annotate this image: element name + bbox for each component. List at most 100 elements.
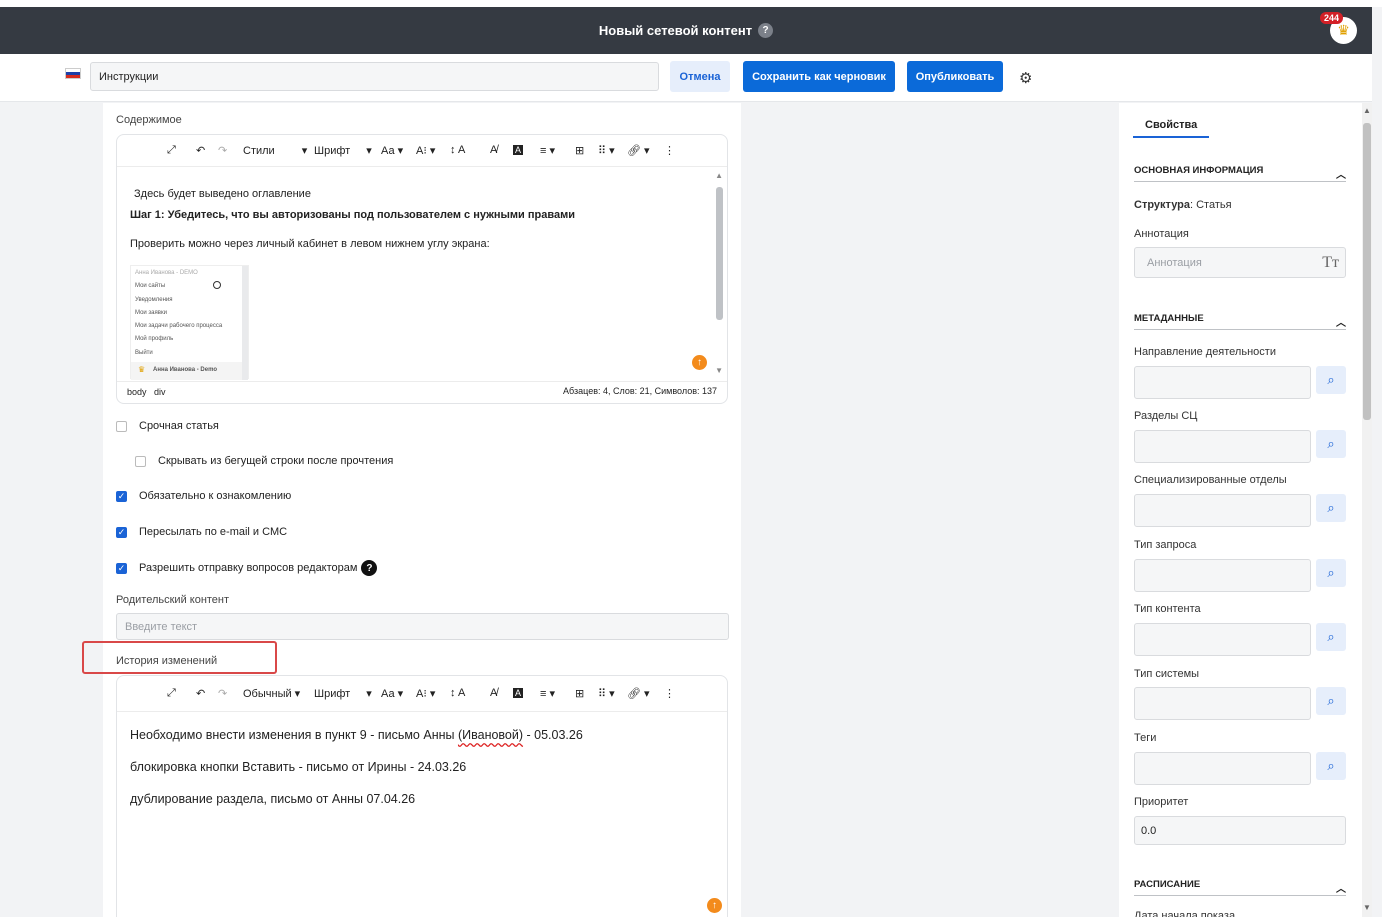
line-height-icon[interactable]: ↕ A <box>450 687 465 699</box>
scroll-down-icon[interactable]: ▼ <box>715 366 723 375</box>
forward-label: Пересылать по e-mail и СМС <box>139 526 288 538</box>
mandatory-checkbox-row[interactable]: ✓ Обязательно к ознакомлению <box>116 490 291 502</box>
link-icon[interactable]: 🔗︎ ▾ <box>627 687 650 700</box>
blocks-icon[interactable]: ⠿ ▾ <box>598 144 615 157</box>
align-icon[interactable]: ≡ ▾ <box>540 687 555 700</box>
lookup-search-icon[interactable]: ⌕ <box>1316 366 1346 394</box>
line-height-icon[interactable]: ↕ A <box>450 144 465 156</box>
tab-properties[interactable]: Свойства <box>1133 117 1210 138</box>
font-label: Шрифт <box>314 145 351 157</box>
text-format-icon[interactable]: Tт <box>1322 254 1339 272</box>
lookup-search-icon[interactable]: ⌕ <box>1316 752 1346 780</box>
scroll-top-icon[interactable]: ↑ <box>692 355 707 370</box>
content-scrollbar[interactable] <box>716 187 723 320</box>
text-case-icon[interactable]: A⁝ ▾ <box>416 144 435 157</box>
annotation-input[interactable]: Аннотация Tт <box>1134 247 1346 278</box>
field-input[interactable] <box>1134 687 1311 720</box>
highlight-color-icon[interactable]: A <box>513 688 524 698</box>
allow-checkbox[interactable]: ✓ <box>116 562 127 574</box>
russian-flag-icon[interactable] <box>65 68 81 79</box>
field-label: Направление деятельности <box>1134 346 1276 358</box>
undo-icon[interactable]: ↶ <box>196 144 205 157</box>
content-editor-body[interactable]: Здесь будет выведено оглавление Шаг 1: У… <box>117 167 727 381</box>
chevron-up-icon[interactable]: ︿ <box>1336 880 1346 895</box>
lookup-search-icon[interactable]: ⌕ <box>1316 494 1346 522</box>
blocks-icon[interactable]: ⠿ ▾ <box>598 687 615 700</box>
priority-input[interactable]: 0.0 <box>1134 816 1346 845</box>
lookup-search-icon[interactable]: ⌕ <box>1316 430 1346 458</box>
text-case-icon[interactable]: A⁝ ▾ <box>416 687 435 700</box>
text-color-icon[interactable]: A̸ <box>490 144 497 156</box>
forward-checkbox[interactable]: ✓ <box>116 526 127 538</box>
publish-button[interactable]: Опубликовать <box>907 61 1003 92</box>
field-input[interactable] <box>1134 494 1311 527</box>
save-draft-button[interactable]: Сохранить как черновик <box>743 61 895 92</box>
history-editor-body[interactable]: Необходимо внести изменения в пункт 9 - … <box>117 712 727 917</box>
lookup-search-icon[interactable]: ⌕ <box>1316 687 1346 715</box>
urgent-checkbox[interactable] <box>116 420 127 432</box>
basic-info-header[interactable]: ОСНОВНАЯ ИНФОРМАЦИЯ ︿ <box>1134 165 1346 182</box>
help-icon[interactable]: ? <box>758 23 774 38</box>
redo-icon[interactable]: ↷ <box>218 687 227 700</box>
allow-checkbox-row[interactable]: ✓ Разрешить отправку вопросов редакторам… <box>116 560 378 576</box>
more-icon[interactable]: ⋮ <box>664 144 675 157</box>
font-size-dropdown[interactable]: Аа ▾ <box>381 144 403 157</box>
scroll-down-icon[interactable]: ▼ <box>1363 903 1371 912</box>
field-input[interactable] <box>1134 559 1311 592</box>
link-icon[interactable]: 🔗︎ ▾ <box>627 144 650 157</box>
path-body[interactable]: body <box>127 387 147 397</box>
parent-input[interactable]: Введите текст <box>116 613 729 640</box>
font-dropdown[interactable]: Шрифт ▾ <box>314 687 372 700</box>
structure-label: Структура <box>1134 199 1190 211</box>
scroll-up-icon[interactable]: ▲ <box>715 171 723 180</box>
schedule-header[interactable]: РАСПИСАНИЕ ︿ <box>1134 879 1346 896</box>
styles-label: Стили <box>243 145 275 157</box>
gear-icon[interactable]: ⚙ <box>1019 69 1032 87</box>
title-input[interactable]: Инструкции <box>90 62 659 91</box>
highlight-color-icon[interactable]: A <box>513 145 524 155</box>
field-input[interactable] <box>1134 430 1311 463</box>
embed-item: Мои задачи рабочего процесса <box>135 323 223 329</box>
align-icon[interactable]: ≡ ▾ <box>540 144 555 157</box>
text-color-icon[interactable]: A̸ <box>490 687 497 699</box>
more-icon[interactable]: ⋮ <box>664 687 675 700</box>
styles-dropdown[interactable]: Стили ▾ <box>243 144 307 157</box>
urgent-checkbox-row[interactable]: Срочная статья <box>116 420 219 432</box>
hide-checkbox[interactable] <box>135 455 146 467</box>
embed-item: Мои заявки <box>135 310 167 316</box>
table-icon[interactable]: ⊞ <box>575 687 584 700</box>
path-div[interactable]: div <box>154 387 166 397</box>
chevron-up-icon[interactable]: ︿ <box>1336 166 1346 181</box>
lookup-search-icon[interactable]: ⌕ <box>1316 559 1346 587</box>
hide-checkbox-row[interactable]: Скрывать из бегущей строки после прочтен… <box>135 455 393 467</box>
font-dropdown[interactable]: Шрифт ▾ <box>314 144 372 157</box>
scroll-up-icon[interactable]: ▲ <box>1363 106 1371 115</box>
field-label: Теги <box>1134 732 1157 744</box>
parent-label: Родительский контент <box>116 594 230 606</box>
embed-user-bar: ♛ Анна Иванова - Demo <box>131 362 244 380</box>
embed-item: Выйти <box>135 350 153 356</box>
redo-icon[interactable]: ↷ <box>218 144 227 157</box>
metadata-header[interactable]: МЕТАДАННЫЕ ︿ <box>1134 313 1346 330</box>
chevron-up-icon[interactable]: ︿ <box>1336 314 1346 329</box>
table-icon[interactable]: ⊞ <box>575 144 584 157</box>
scroll-top-icon[interactable]: ↑ <box>707 898 722 913</box>
top-bar: Новый сетевой контент ? ♛ 244 <box>0 7 1372 54</box>
styles-dropdown[interactable]: Обычный ▾ <box>243 687 300 700</box>
question-icon[interactable]: ? <box>361 560 378 576</box>
undo-icon[interactable]: ↶ <box>196 687 205 700</box>
history-editor: ⤢ ↶ ↷ Обычный ▾ Шрифт ▾ Аа ▾ A⁝ ▾ ↕ A A̸ … <box>116 675 728 917</box>
forward-checkbox-row[interactable]: ✓ Пересылать по e-mail и СМС <box>116 526 287 538</box>
mandatory-checkbox[interactable]: ✓ <box>116 490 127 502</box>
lookup-search-icon[interactable]: ⌕ <box>1316 623 1346 651</box>
field-input[interactable] <box>1134 623 1311 656</box>
cancel-button[interactable]: Отмена <box>670 61 730 92</box>
page-scrollbar[interactable]: ▲ ▼ <box>1362 103 1372 917</box>
page-scroll-thumb[interactable] <box>1363 123 1371 420</box>
fullscreen-icon[interactable]: ⤢ <box>167 144 176 157</box>
field-input[interactable] <box>1134 366 1311 399</box>
font-size-dropdown[interactable]: Аа ▾ <box>381 687 403 700</box>
fullscreen-icon[interactable]: ⤢ <box>167 687 176 700</box>
embedded-screenshot: Анна Иванова - DEMO Мои сайты Уведомлени… <box>130 265 249 380</box>
field-input[interactable] <box>1134 752 1311 785</box>
